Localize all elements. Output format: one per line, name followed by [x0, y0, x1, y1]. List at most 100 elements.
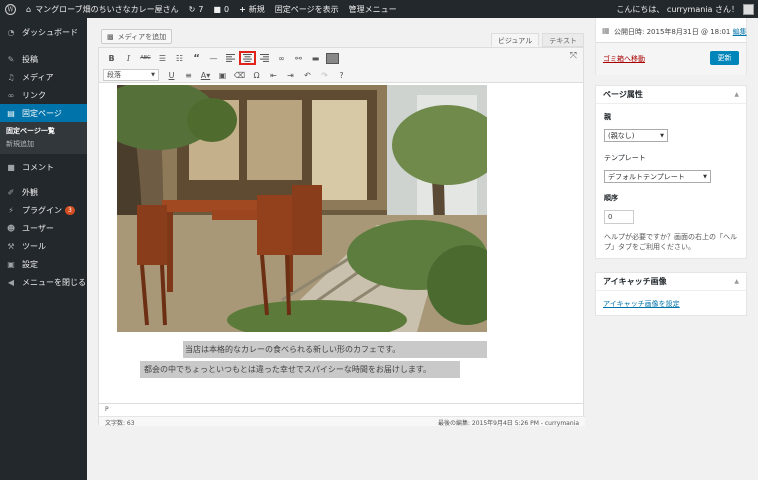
sidebar-item-dashboard[interactable]: ◔ ダッシュボード: [0, 23, 87, 41]
align-center-button[interactable]: [239, 51, 256, 65]
page-attributes-box: ページ属性 ▲ 親 (親なし) ▼ テンプレート デフォルトテンプレート ▼ 順…: [595, 85, 747, 259]
insert-link-button[interactable]: ∞: [273, 51, 290, 65]
numbered-list-button[interactable]: ☷: [171, 51, 188, 65]
strikethrough-button[interactable]: ABC: [137, 51, 154, 65]
text-color-button[interactable]: A▾: [197, 68, 214, 82]
clear-formatting-button[interactable]: ⌫: [231, 68, 248, 82]
sidebar-item-tools[interactable]: ⚒ ツール: [0, 237, 87, 255]
sidebar-item-comments[interactable]: ■ コメント: [0, 158, 87, 176]
media-camera-icon: ▩: [107, 32, 114, 41]
sidebar-item-appearance[interactable]: ✐ 外観: [0, 183, 87, 201]
plus-icon: +: [239, 4, 246, 14]
underline-button[interactable]: U: [163, 68, 180, 82]
caption-line-1[interactable]: 当店は本格的なカレーの食べられる新しい形のカフェです。: [183, 341, 487, 358]
sidebar-item-links[interactable]: ∞ リンク: [0, 86, 87, 104]
blockquote-button[interactable]: “: [188, 51, 205, 65]
sidebar-item-label: コメント: [22, 162, 54, 172]
justify-button[interactable]: ≡: [180, 68, 197, 82]
publish-date-edit-link[interactable]: 編集: [733, 28, 747, 36]
word-count: 文字数: 63: [105, 420, 135, 427]
sidebar-item-pages[interactable]: ▤ 固定ページ: [0, 104, 87, 122]
updates-link[interactable]: ↻ 7: [184, 0, 209, 18]
page-icon: ▤: [7, 108, 15, 118]
caption-line-2[interactable]: 都会の中でちょっといつもとは違った幸せでスパイシーな時間をお届けします。: [140, 361, 460, 378]
collapse-menu-button[interactable]: ◀ メニューを閉じる: [0, 273, 87, 291]
sidebar-item-label: プラグイン: [22, 205, 62, 215]
format-select[interactable]: 段落 ▼: [103, 69, 159, 81]
chevron-down-icon: ▼: [660, 132, 664, 139]
avatar: [743, 3, 754, 15]
admin-menu-link[interactable]: 管理メニュー: [344, 0, 402, 18]
format-select-value: 段落: [107, 71, 121, 79]
tab-text[interactable]: テキスト: [542, 33, 584, 47]
chevron-down-icon: ▼: [151, 72, 155, 78]
outdent-button[interactable]: ⇤: [265, 68, 282, 82]
new-label: 新規: [248, 4, 265, 14]
special-character-button[interactable]: Ω: [248, 68, 265, 82]
set-featured-image-link[interactable]: アイキャッチ画像を設定: [603, 299, 680, 309]
updates-count: 7: [198, 4, 204, 14]
pushpin-icon: ✎: [7, 54, 15, 64]
update-button[interactable]: 更新: [710, 51, 739, 65]
sidebar-item-label: 固定ページ: [22, 108, 62, 118]
site-name-link[interactable]: ⌂ マングローブ畑のちいさなカレー屋さん: [21, 0, 184, 18]
my-account-link[interactable]: こんにちは、 currymania さん！: [611, 0, 758, 18]
media-icon: ♫: [7, 72, 15, 82]
featured-image-title: アイキャッチ画像: [603, 277, 667, 286]
read-more-button[interactable]: ▬: [307, 51, 324, 65]
indent-button[interactable]: ⇥: [282, 68, 299, 82]
submenu-add-new[interactable]: 新規追加: [0, 138, 87, 151]
featured-image-header[interactable]: アイキャッチ画像 ▲: [596, 273, 746, 291]
page-attributes-header[interactable]: ページ属性 ▲: [596, 86, 746, 104]
toolbar-toggle-button[interactable]: [326, 52, 339, 64]
horizontal-line-button[interactable]: —: [205, 51, 222, 65]
collapse-toggle-icon[interactable]: ▲: [734, 91, 739, 98]
view-page-link[interactable]: 固定ページを表示: [270, 0, 344, 18]
add-media-label: メディアを追加: [117, 32, 167, 41]
tab-visual[interactable]: ビジュアル: [490, 33, 540, 47]
sidebar-item-users[interactable]: ☻ ユーザー: [0, 219, 87, 237]
order-label: 順序: [604, 194, 618, 202]
trash-link[interactable]: ゴミ箱へ移動: [603, 54, 645, 64]
sidebar-item-media[interactable]: ♫ メディア: [0, 68, 87, 86]
comment-icon: ■: [7, 162, 15, 172]
sidebar-item-settings[interactable]: ▣ 設定: [0, 255, 87, 273]
paste-text-button[interactable]: ▣: [214, 68, 231, 82]
comment-bubble-icon: ■: [213, 4, 221, 14]
editor-content[interactable]: 当店は本格的なカレーの食べられる新しい形のカフェです。 都会の中でちょっといつも…: [98, 83, 584, 403]
cafe-terrace-image: [117, 85, 487, 332]
bold-button[interactable]: B: [103, 51, 120, 65]
wordpress-logo-icon[interactable]: W: [0, 0, 21, 18]
add-media-button[interactable]: ▩ メディアを追加: [101, 29, 173, 44]
plugins-update-badge: 3: [65, 205, 75, 215]
toolbar-row-1: B I ABC ☰ ☷ “ — ∞ ⚯ ▬: [103, 51, 339, 65]
wrench-icon: ⚒: [7, 241, 15, 251]
publish-actions: ゴミ箱へ移動 更新: [596, 42, 746, 75]
comments-count: 0: [223, 4, 230, 14]
collapse-toggle-icon[interactable]: ▲: [734, 278, 739, 285]
fullscreen-icon[interactable]: ⤧: [570, 51, 577, 61]
help-button[interactable]: ?: [333, 68, 350, 82]
remove-link-button[interactable]: ⚯: [290, 51, 307, 65]
comments-link[interactable]: ■ 0: [208, 0, 234, 18]
last-edited: 最後の編集: 2015年9月4日 5:26 PM - currymania: [437, 420, 579, 427]
submenu-all-pages[interactable]: 固定ページ一覧: [0, 125, 87, 138]
undo-button[interactable]: ↶: [299, 68, 316, 82]
cafe-photo[interactable]: [117, 85, 487, 332]
sidebar-item-plugins[interactable]: ⚡ プラグイン 3: [0, 201, 87, 219]
parent-select[interactable]: (親なし) ▼: [604, 129, 668, 142]
plugin-icon: ⚡: [8, 205, 14, 215]
align-right-button[interactable]: [256, 51, 273, 65]
site-name-label: マングローブ畑のちいさなカレー屋さん: [35, 4, 179, 14]
order-input[interactable]: 0: [604, 210, 634, 224]
template-select[interactable]: デフォルトテンプレート ▼: [604, 170, 711, 183]
new-content-link[interactable]: + 新規: [234, 0, 270, 18]
align-left-button[interactable]: [222, 51, 239, 65]
bullet-list-button[interactable]: ☰: [154, 51, 171, 65]
redo-button[interactable]: ↷: [316, 68, 333, 82]
sidebar-item-posts[interactable]: ✎ 投稿: [0, 50, 87, 68]
sidebar-item-label: ダッシュボード: [22, 27, 78, 37]
italic-button[interactable]: I: [120, 51, 137, 65]
settings-icon: ▣: [7, 259, 15, 269]
parent-select-value: (親なし): [608, 131, 635, 140]
